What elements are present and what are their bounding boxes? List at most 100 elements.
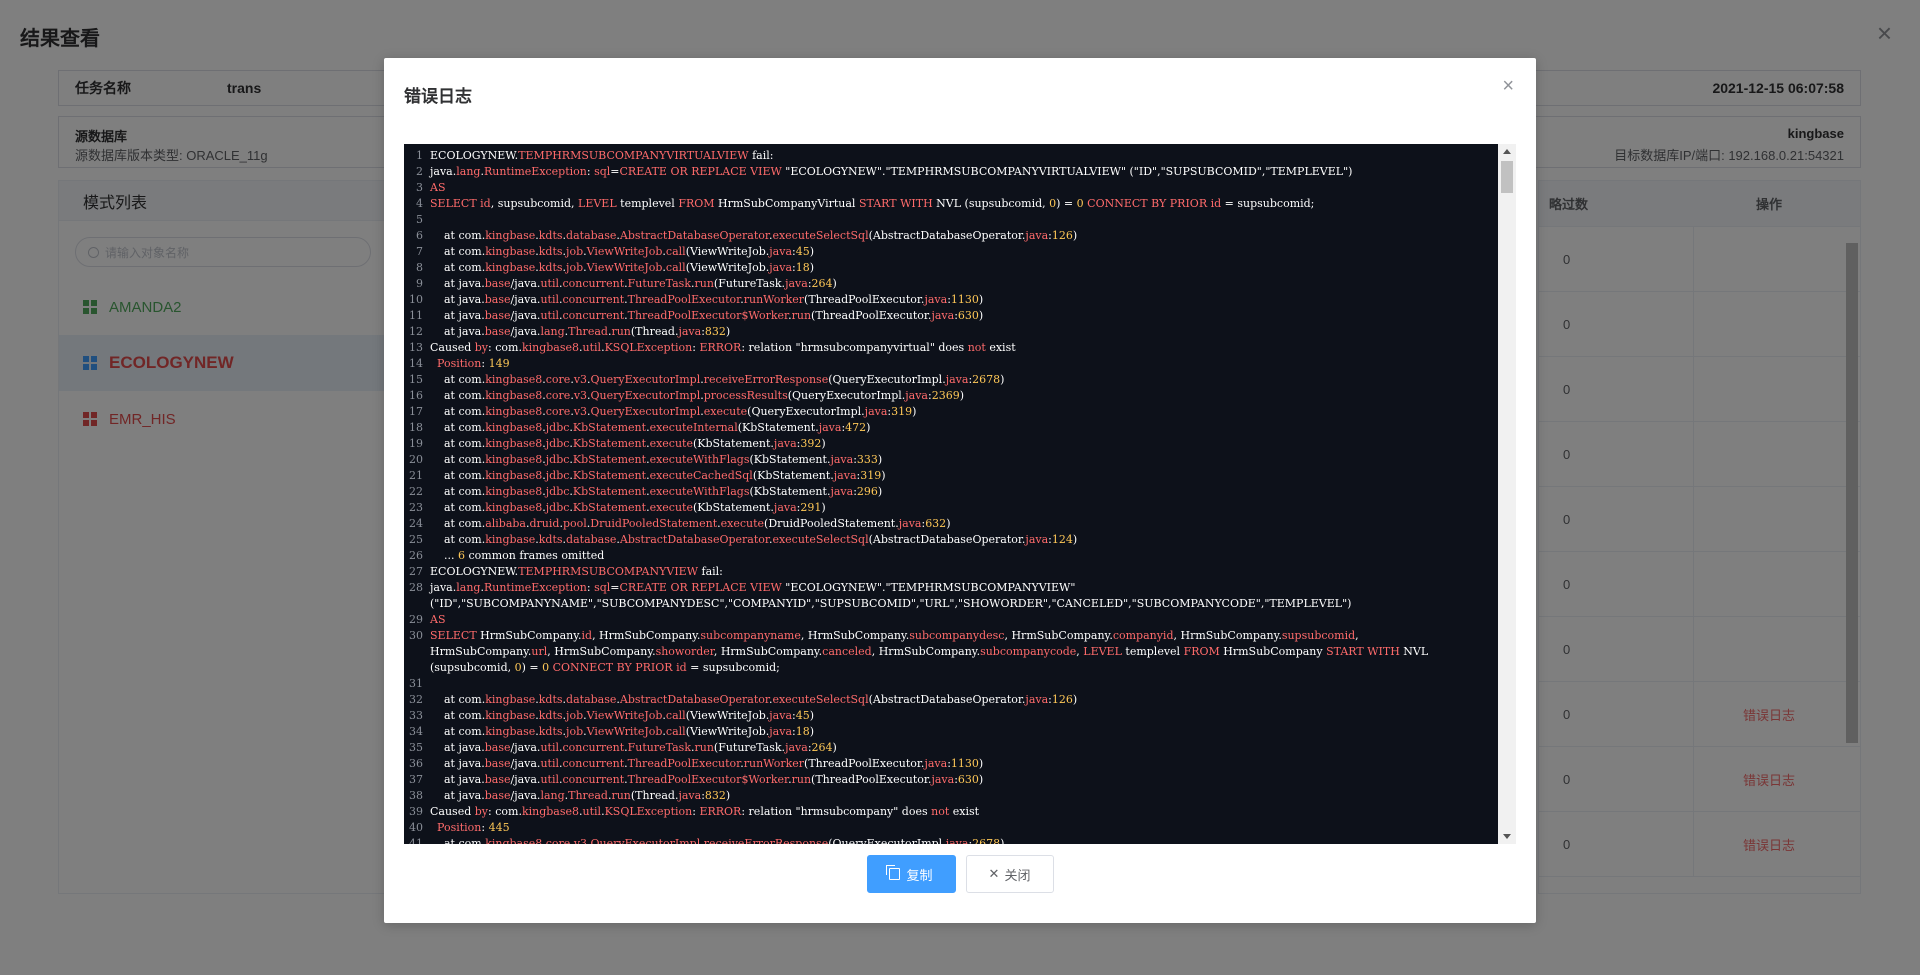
text-token: ) [809, 709, 815, 722]
number-token: 2678 [972, 837, 1001, 844]
text-token: , supsubcomid, [490, 197, 579, 210]
keyword-token: job [566, 261, 584, 274]
line-number: 1 [416, 149, 423, 162]
text-token: ) [946, 517, 951, 530]
dialog-close-icon[interactable]: × [1502, 76, 1514, 96]
keyword-token: kdts [538, 229, 563, 242]
keyword-token: not [967, 341, 986, 354]
code-line: 17 at com.kingbase8.core.v3.QueryExecuto… [404, 404, 1498, 420]
text-token: ) [809, 725, 815, 738]
keyword-token: kingbase8 [485, 485, 543, 498]
text-token: ) [978, 293, 984, 306]
code-line: 10 at java.base/java.util.concurrent.Thr… [404, 292, 1498, 308]
code-line: 35 at java.base/java.util.concurrent.Fut… [404, 740, 1498, 756]
keyword-token: java [905, 389, 928, 402]
keyword-token: companyid [1112, 629, 1174, 642]
text-token: (Thread. [630, 789, 679, 802]
keyword-token: java [924, 293, 948, 306]
keyword-token: showorder [655, 645, 714, 658]
number-token: 296 [856, 485, 878, 498]
keyword-token: kingbase8 [485, 389, 543, 402]
keyword-token: base [484, 773, 511, 786]
close-button[interactable]: ✕ 关闭 [965, 855, 1054, 893]
text-token: ) [881, 469, 886, 482]
copy-button[interactable]: 复制 [866, 855, 956, 893]
line-text: Caused by: com.kingbase8.util.KSQLExcept… [430, 804, 1498, 820]
keyword-token: not [931, 805, 950, 818]
keyword-token: TEMPHRMSUBCOMPANYVIRTUALVIEW [518, 149, 749, 162]
keyword-token: java [678, 789, 702, 802]
text-token: , HrmSubCompany. [871, 645, 981, 658]
keyword-token: call [665, 709, 686, 722]
code-line: 5 [404, 212, 1498, 228]
line-text: at java.base/java.util.concurrent.Future… [430, 740, 1498, 756]
text-token: ) = [521, 661, 543, 674]
keyword-token: concurrent [562, 741, 625, 754]
text-token: (ViewWriteJob. [685, 725, 770, 738]
text-token: at com. [430, 229, 486, 242]
number-token: 2369 [931, 389, 960, 402]
keyword-token: LEVEL [578, 197, 617, 210]
keyword-token: run [611, 789, 631, 802]
keyword-token: base [484, 325, 511, 338]
text-token: at java. [430, 789, 485, 802]
line-number: 40 [409, 821, 423, 834]
keyword-token: v3 [573, 837, 588, 844]
keyword-token: ViewWriteJob [586, 245, 663, 258]
keyword-token: AbstractDatabaseOperator [619, 533, 769, 546]
code-line: 33 at com.kingbase.kdts.job.ViewWriteJob… [404, 708, 1498, 724]
keyword-token: QueryExecutorImpl [590, 373, 701, 386]
line-text: at java.base/java.util.concurrent.Thread… [430, 772, 1498, 788]
text-token: , HrmSubCompany. [1173, 629, 1282, 642]
keyword-token: util [582, 805, 602, 818]
text-token: ) [1000, 837, 1005, 844]
text-token: = [610, 165, 620, 178]
line-text: at com.kingbase8.core.v3.QueryExecutorIm… [430, 372, 1498, 388]
text-token: ) [1000, 373, 1005, 386]
keyword-token: lang [456, 581, 481, 594]
keyword-token: util [540, 309, 559, 322]
text-token: at java. [430, 309, 485, 322]
number-token: 832 [704, 325, 726, 338]
line-number: 15 [409, 373, 423, 386]
text-token: at com. [430, 837, 486, 844]
code-line: 1 ECOLOGYNEW.TEMPHRMSUBCOMPANYVIRTUALVIEW… [404, 148, 1498, 164]
keyword-token: java [1025, 693, 1049, 706]
scroll-down-arrow-icon[interactable] [1503, 834, 1511, 839]
line-text: at com.kingbase8.core.v3.QueryExecutorIm… [430, 404, 1498, 420]
keyword-token: concurrent [562, 773, 625, 786]
code-scrollbar-thumb[interactable] [1501, 161, 1513, 193]
number-token: 319 [860, 469, 882, 482]
line-text: at com.kingbase8.jdbc.KbStatement.execut… [430, 484, 1498, 500]
line-text: Position: 149 [430, 356, 1498, 372]
line-number: 28 [409, 581, 423, 594]
text-token: (KbStatement. [737, 421, 819, 434]
number-token: 1130 [950, 757, 979, 770]
code-line: 30 SELECT HrmSubCompany.id, HrmSubCompany… [404, 628, 1498, 676]
keyword-token: kingbase8 [485, 421, 543, 434]
scroll-up-arrow-icon[interactable] [1503, 149, 1511, 154]
keyword-token: KbStatement [572, 501, 647, 514]
keyword-token: KSQLException [604, 805, 693, 818]
keyword-token: java [1025, 533, 1049, 546]
line-text: at com.kingbase.kdts.database.AbstractDa… [430, 692, 1498, 708]
text-token: at com. [430, 485, 486, 498]
keyword-token: alibaba [485, 517, 526, 530]
line-text: at java.base/java.util.concurrent.Thread… [430, 292, 1498, 308]
keyword-token: kdts [538, 261, 563, 274]
line-number: 32 [409, 693, 423, 706]
text-token: ) [1072, 693, 1078, 706]
keyword-token: KbStatement [572, 421, 647, 434]
error-log-code-view[interactable]: 1 ECOLOGYNEW.TEMPHRMSUBCOMPANYVIRTUALVIEW… [404, 144, 1516, 844]
line-number: 11 [409, 309, 423, 322]
keyword-token: kdts [538, 245, 563, 258]
keyword-token: SELECT id [430, 197, 491, 210]
keyword-token: jdbc [545, 453, 570, 466]
line-number: 25 [409, 533, 423, 546]
code-line: 7 at com.kingbase.kdts.job.ViewWriteJob.… [404, 244, 1498, 260]
text-token: /java. [510, 741, 541, 754]
keyword-token: kingbase [485, 533, 536, 546]
text-token: templevel [616, 197, 679, 210]
code-scrollbar[interactable] [1498, 144, 1516, 844]
number-token: 18 [795, 261, 810, 274]
